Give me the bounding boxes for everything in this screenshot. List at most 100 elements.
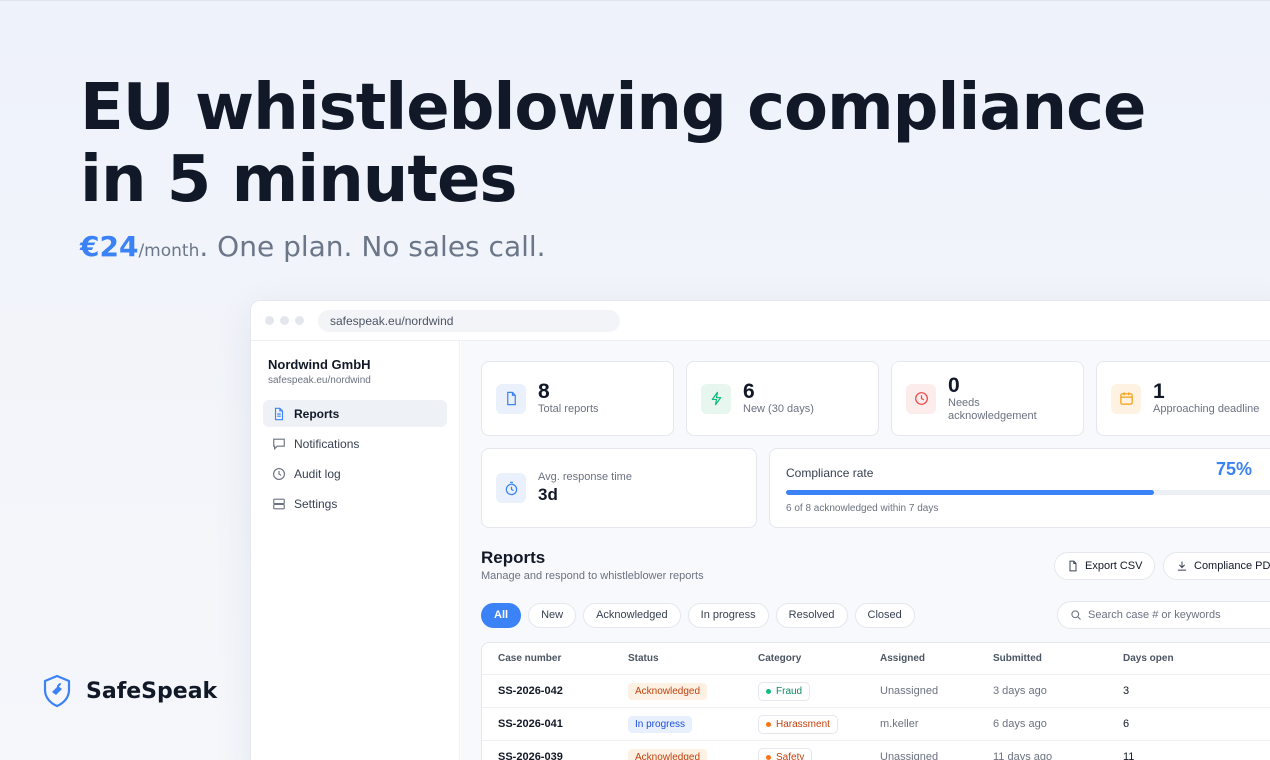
- tagline-text: . One plan. No sales call.: [199, 230, 546, 263]
- reports-table: Case number Status Category Assigned Sub…: [481, 642, 1270, 760]
- status-badge: Acknowledged: [628, 748, 708, 760]
- status-badge: In progress: [628, 715, 693, 733]
- column-header[interactable]: Submitted: [993, 653, 1123, 664]
- reports-header: Reports Manage and respond to whistleblo…: [481, 548, 1270, 588]
- button-label: Export CSV: [1085, 560, 1143, 572]
- download-icon: [1177, 561, 1187, 571]
- stat-icon-box: [701, 383, 731, 414]
- brand: SafeSpeak: [42, 674, 217, 708]
- category-tag: Harassment: [758, 714, 838, 734]
- stat-icon-box: [496, 473, 526, 503]
- filter-resolved[interactable]: Resolved: [775, 602, 848, 628]
- days-open: 3: [1123, 685, 1130, 697]
- stats-row: 8 Total reports 6 New (30 days) 0 Needs …: [481, 361, 1270, 436]
- button-label: Compliance PDF: [1194, 560, 1270, 572]
- sidebar-item-notifications[interactable]: Notifications: [263, 430, 447, 457]
- assigned: Unassigned: [880, 685, 939, 697]
- stat-icon-box: [496, 383, 526, 414]
- shield-logo-icon: [43, 674, 71, 708]
- url-bar[interactable]: safespeak.eu/nordwind: [318, 309, 620, 332]
- category-dot: [766, 721, 771, 727]
- category-label: Harassment: [776, 718, 830, 730]
- server-icon: [273, 498, 285, 509]
- export-csv-button[interactable]: Export CSV: [1054, 552, 1156, 580]
- app-window: safespeak.eu/nordwind Nordwind GmbH safe…: [250, 300, 1270, 760]
- compliance-subtext: 6 of 8 acknowledged within 7 days: [786, 503, 939, 514]
- status-badge: Acknowledged: [628, 682, 708, 700]
- stat-value: 8: [538, 380, 550, 403]
- compliance-pdf-button[interactable]: Compliance PDF: [1163, 552, 1270, 580]
- window-dot[interactable]: [280, 316, 289, 325]
- search-input[interactable]: [1088, 609, 1268, 621]
- stat-value: 6: [743, 380, 755, 403]
- filter-acknowledged[interactable]: Acknowledged: [583, 602, 681, 628]
- org-name: Nordwind GmbH: [268, 357, 371, 372]
- assigned: m.keller: [880, 718, 919, 730]
- category-label: Fraud: [776, 685, 803, 697]
- case-number: SS-2026-039: [498, 751, 563, 760]
- window-dot[interactable]: [265, 316, 274, 325]
- category-tag: Safety: [758, 747, 813, 760]
- stat-label: Approaching deadline: [1153, 403, 1260, 415]
- message-icon: [273, 438, 285, 450]
- table-row[interactable]: SS-2026-041 In progress Harassment m.kel…: [482, 708, 1270, 741]
- filter-all[interactable]: All: [481, 602, 522, 628]
- file-icon: [1069, 560, 1077, 572]
- hero-headline: EU whistleblowing compliance in 5 minute…: [80, 72, 1146, 217]
- window-controls: [265, 316, 304, 325]
- category-tag: Fraud: [758, 681, 811, 701]
- category-label: Safety: [776, 751, 805, 760]
- metrics-row: Avg. response time 3d Compliance rate 75…: [481, 448, 1270, 528]
- status-filters: All New Acknowledged In progress Resolve…: [481, 601, 1270, 629]
- category-dot: [766, 688, 771, 694]
- response-time-label: Avg. response time: [538, 471, 632, 483]
- stat-label: Total reports: [538, 403, 599, 415]
- stat-label: Needs acknowledgement: [948, 396, 1037, 422]
- column-header[interactable]: Status: [628, 653, 758, 664]
- hero-tagline: €24/month. One plan. No sales call.: [80, 230, 546, 263]
- case-number: SS-2026-041: [498, 718, 563, 730]
- compliance-label: Compliance rate: [786, 466, 874, 480]
- sidebar-nav: Reports Notifications Audit log Settings: [263, 400, 447, 517]
- search-box: [1057, 601, 1270, 629]
- stopwatch-icon: [505, 481, 517, 495]
- bolt-icon: [711, 391, 721, 406]
- sidebar-item-label: Reports: [294, 406, 340, 421]
- sidebar-item-reports[interactable]: Reports: [263, 400, 447, 427]
- column-header[interactable]: Assigned: [880, 653, 993, 664]
- price: €24: [80, 230, 139, 263]
- sidebar: Nordwind GmbH safespeak.eu/nordwind Repo…: [251, 341, 460, 760]
- column-header[interactable]: Days open: [1123, 653, 1203, 664]
- stat-icon-box: [906, 383, 936, 414]
- compliance-card: Compliance rate 75% 6 of 8 acknowledged …: [769, 448, 1270, 528]
- clock-icon: [273, 467, 285, 480]
- compliance-progress-fill: [786, 490, 1154, 495]
- sidebar-item-settings[interactable]: Settings: [263, 490, 447, 517]
- days-open: 6: [1123, 718, 1130, 730]
- file-icon: [506, 391, 516, 406]
- sidebar-item-audit-log[interactable]: Audit log: [263, 460, 447, 487]
- browser-titlebar: safespeak.eu/nordwind: [251, 301, 1270, 341]
- table-row[interactable]: SS-2026-039 Acknowledged Safety Unassign…: [482, 741, 1270, 760]
- response-time-card: Avg. response time 3d: [481, 448, 757, 528]
- stat-label: New (30 days): [743, 403, 814, 415]
- column-header[interactable]: Case number: [498, 653, 628, 664]
- window-dot[interactable]: [295, 316, 304, 325]
- response-time-value: 3d: [538, 485, 558, 504]
- sidebar-item-label: Notifications: [294, 436, 360, 451]
- filter-in-progress[interactable]: In progress: [687, 602, 769, 628]
- filter-new[interactable]: New: [528, 602, 577, 628]
- table-row[interactable]: SS-2026-042 Acknowledged Fraud Unassigne…: [482, 675, 1270, 708]
- assigned: Unassigned: [880, 751, 939, 760]
- headline-line-2: in 5 minutes: [80, 143, 517, 217]
- filter-closed[interactable]: Closed: [854, 602, 915, 628]
- stat-card-deadline: 1 Approaching deadline: [1096, 361, 1270, 436]
- org-url: safespeak.eu/nordwind: [268, 375, 371, 386]
- calendar-icon: [1119, 392, 1133, 405]
- column-header[interactable]: Category: [758, 653, 880, 664]
- stat-value: 0: [948, 373, 960, 397]
- compliance-progress-bar: [786, 490, 1270, 495]
- category-dot: [766, 754, 771, 760]
- days-open: 11: [1123, 751, 1135, 760]
- sidebar-item-label: Settings: [294, 496, 338, 511]
